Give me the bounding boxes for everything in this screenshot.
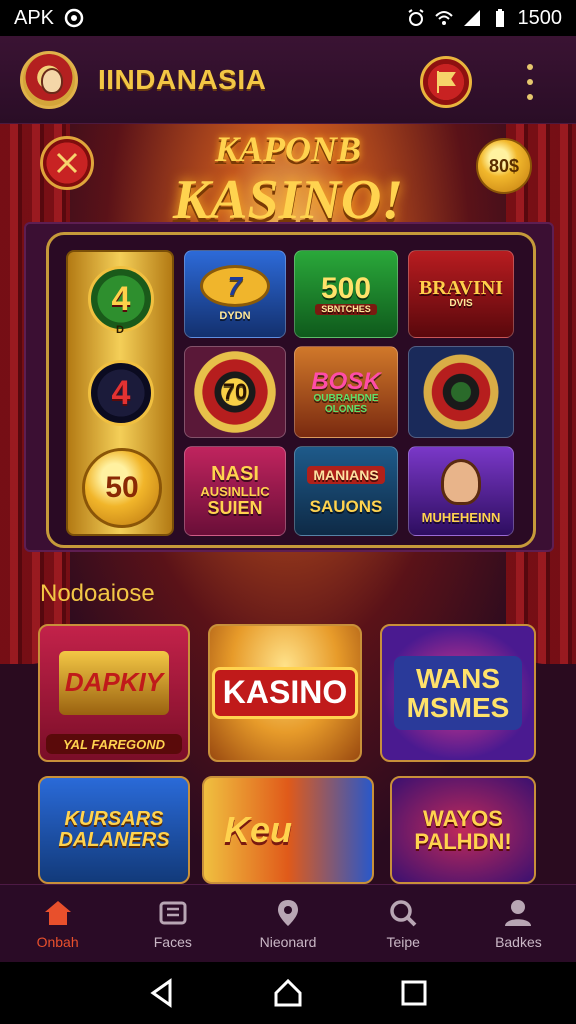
slot-game-nasi[interactable]: NASI AUSINLLIC SUIEN	[184, 446, 286, 536]
section-title: Nodoaiose	[40, 580, 155, 607]
slot-label: 70	[222, 379, 248, 405]
slot-label: MUHEHEINN	[421, 510, 501, 526]
signal-icon	[463, 10, 480, 26]
seven-emblem: 7	[200, 265, 270, 308]
card-art: DAPKIY	[59, 651, 169, 715]
wifi-icon	[434, 11, 453, 25]
recents-icon[interactable]	[400, 979, 428, 1007]
chip-slot-dark[interactable]: 4	[88, 360, 154, 426]
carrier-text: APK	[14, 6, 55, 29]
slot-sublabel: DVIS	[449, 298, 473, 310]
nav-item-faces[interactable]: Faces	[115, 885, 230, 962]
clock-text: 1500	[517, 6, 563, 29]
hero-banner: KAPONB KASINO! 80$ 4 D 4 50 7 DYDN 70 NA…	[0, 124, 576, 884]
status-bar: APK 1500	[0, 0, 576, 36]
game-card-kasino[interactable]: KASINO	[208, 624, 362, 762]
slot-sublabel: AUSINLLIC	[200, 484, 270, 500]
nav-label: Badkes	[495, 933, 542, 950]
chip-slot-green[interactable]: 4	[88, 266, 154, 332]
card-title: WANS MSMES	[394, 655, 522, 731]
card-title: KASINO	[211, 667, 359, 719]
slot-sublabel: OUBRAHDNE OLONES	[313, 393, 379, 415]
ticket-icon	[159, 901, 187, 924]
nav-item-badkes[interactable]: Badkes	[461, 885, 576, 962]
game-card-wayos[interactable]: WAYOS PALHDN!	[390, 776, 536, 884]
card-title: KURSARS DALANERS	[58, 808, 170, 851]
slot-game-muhheinn[interactable]: MUHEHEINN	[408, 446, 514, 536]
card-title: DAPKIY	[64, 667, 164, 698]
game-card-wans-msmes[interactable]: WANS MSMES	[380, 624, 536, 762]
at-icon	[64, 8, 84, 28]
slot-game-roulette70[interactable]: 70	[184, 346, 286, 438]
flag-icon	[437, 71, 456, 93]
pin-icon	[278, 899, 298, 926]
more-menu-icon[interactable]	[518, 64, 542, 100]
slot-game-manians[interactable]: MANIANS SAUONS	[294, 446, 398, 536]
nav-item-nieonard[interactable]: Nieonard	[230, 885, 345, 962]
home-button-icon[interactable]	[272, 978, 304, 1008]
system-nav-bar	[0, 962, 576, 1024]
hero-coin-badge[interactable]: 80$	[476, 138, 532, 194]
nav-label: Teipe	[386, 933, 420, 950]
search-icon	[390, 899, 417, 926]
nav-item-home[interactable]: Onbah	[0, 885, 115, 962]
back-icon[interactable]	[148, 978, 176, 1008]
slot-sublabel: SBNTCHES	[315, 304, 377, 316]
slot-label: MANIANS	[307, 465, 385, 485]
chip-value: 50	[105, 471, 139, 504]
card-title: Keu	[223, 809, 292, 851]
game-card-keu[interactable]: Keu	[202, 776, 374, 884]
hero-tools-button[interactable]	[40, 136, 94, 190]
chip-slot-gold[interactable]: 50	[82, 448, 162, 528]
slot-label: 500	[320, 271, 372, 305]
bottom-nav: Onbah Faces Nieonard Teipe Badkes	[0, 884, 576, 962]
slot-game-bravini[interactable]: BRAVINI DVIS	[408, 250, 514, 338]
slot-game-500[interactable]: 500 SBNTCHES	[294, 250, 398, 338]
slot-game-blue7[interactable]: 7 DYDN	[184, 250, 286, 338]
slot-sublabel: DYDN	[219, 310, 251, 323]
slot-machine-panel: 4 D 4 50 7 DYDN 70 NASI AUSINLLIC SUIEN	[24, 222, 554, 552]
gold-reel-column: 4 D 4 50	[66, 250, 174, 536]
app-header: IINDANASIA	[0, 36, 576, 124]
character-portrait	[441, 459, 481, 506]
slot-sublabel: SAUONS	[309, 497, 383, 517]
alarm-icon	[407, 9, 424, 26]
card-title: WAYOS PALHDN!	[414, 805, 512, 854]
app-title: IINDANASIA	[98, 63, 267, 95]
home-icon	[44, 900, 71, 925]
slot-game-roulette-right[interactable]	[408, 346, 514, 438]
battery-icon	[495, 9, 504, 27]
chip-value: 4	[111, 279, 131, 318]
app-logo[interactable]	[20, 50, 78, 109]
profile-icon	[505, 899, 532, 926]
nav-label: Nieonard	[259, 933, 317, 950]
slot-label: BOSK	[311, 367, 381, 395]
slot-label: NASI	[211, 463, 259, 486]
card-footer: YAL FAREGOND	[46, 734, 182, 754]
game-card-dapkiy[interactable]: DAPKIY YAL FAREGOND	[38, 624, 190, 762]
rewards-badge-button[interactable]	[420, 56, 472, 108]
slot-label: BRAVINI	[418, 277, 504, 300]
slot-label: 7	[227, 270, 243, 301]
nav-label: Faces	[153, 933, 192, 950]
chip-value: 4	[111, 373, 131, 412]
slot-sublabel: SUIEN	[207, 497, 263, 518]
chip-sub-label: D	[116, 324, 124, 336]
crossed-tools-icon	[56, 152, 78, 174]
slot-game-bosk[interactable]: BOSK OUBRAHDNE OLONES	[294, 346, 398, 438]
game-card-kursars[interactable]: KURSARS DALANERS	[38, 776, 190, 884]
nav-label: Onbah	[36, 933, 79, 950]
nav-item-teipe[interactable]: Teipe	[346, 885, 461, 962]
